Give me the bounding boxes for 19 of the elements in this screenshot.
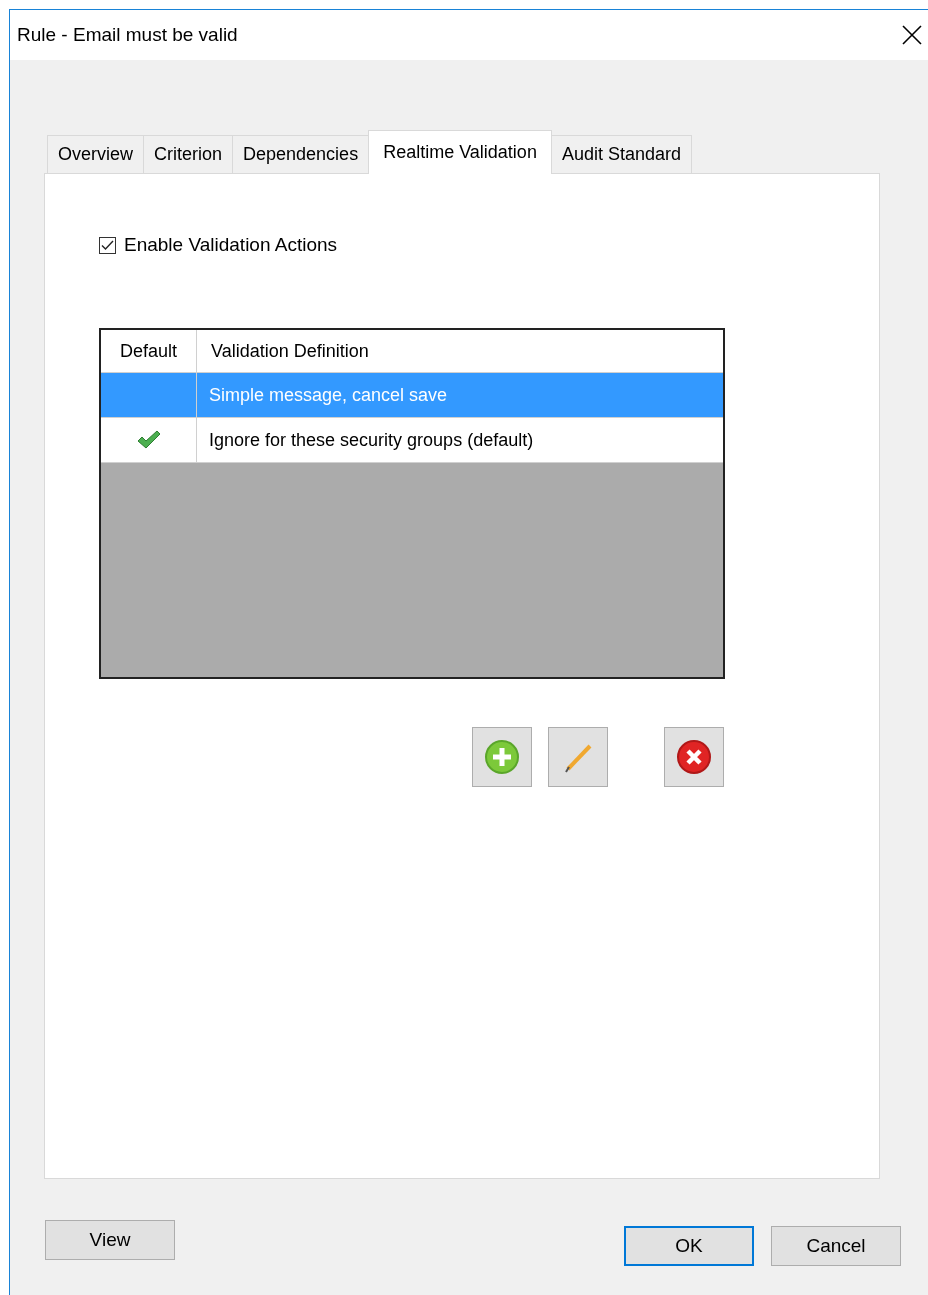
tab[interactable]: Overview <box>47 135 144 173</box>
dialog-button[interactable]: View <box>45 1220 175 1260</box>
dialog-button[interactable]: OK <box>624 1226 754 1266</box>
dialog-button[interactable]: Cancel <box>771 1226 901 1266</box>
add-button[interactable] <box>472 727 532 787</box>
tab[interactable]: Realtime Validation <box>368 130 552 174</box>
table-cell-text: Simple message, cancel save <box>208 383 449 407</box>
checkbox[interactable] <box>99 236 116 254</box>
column-header[interactable]: Default <box>101 330 197 372</box>
remove-icon <box>676 739 712 775</box>
window-title: Rule - Email must be valid <box>17 24 238 46</box>
close-icon[interactable] <box>902 25 922 45</box>
column-header[interactable]: Validation Definition <box>197 330 723 372</box>
tab[interactable]: Audit Standard <box>550 135 692 173</box>
grid-row[interactable]: Ignore for these security groups (default) <box>101 418 723 463</box>
checkbox-label[interactable]: Enable Validation Actions <box>124 234 338 256</box>
delete-button[interactable] <box>664 727 724 787</box>
plus-icon <box>484 739 520 775</box>
table-cell-text: Ignore for these security groups (default) <box>208 428 535 452</box>
